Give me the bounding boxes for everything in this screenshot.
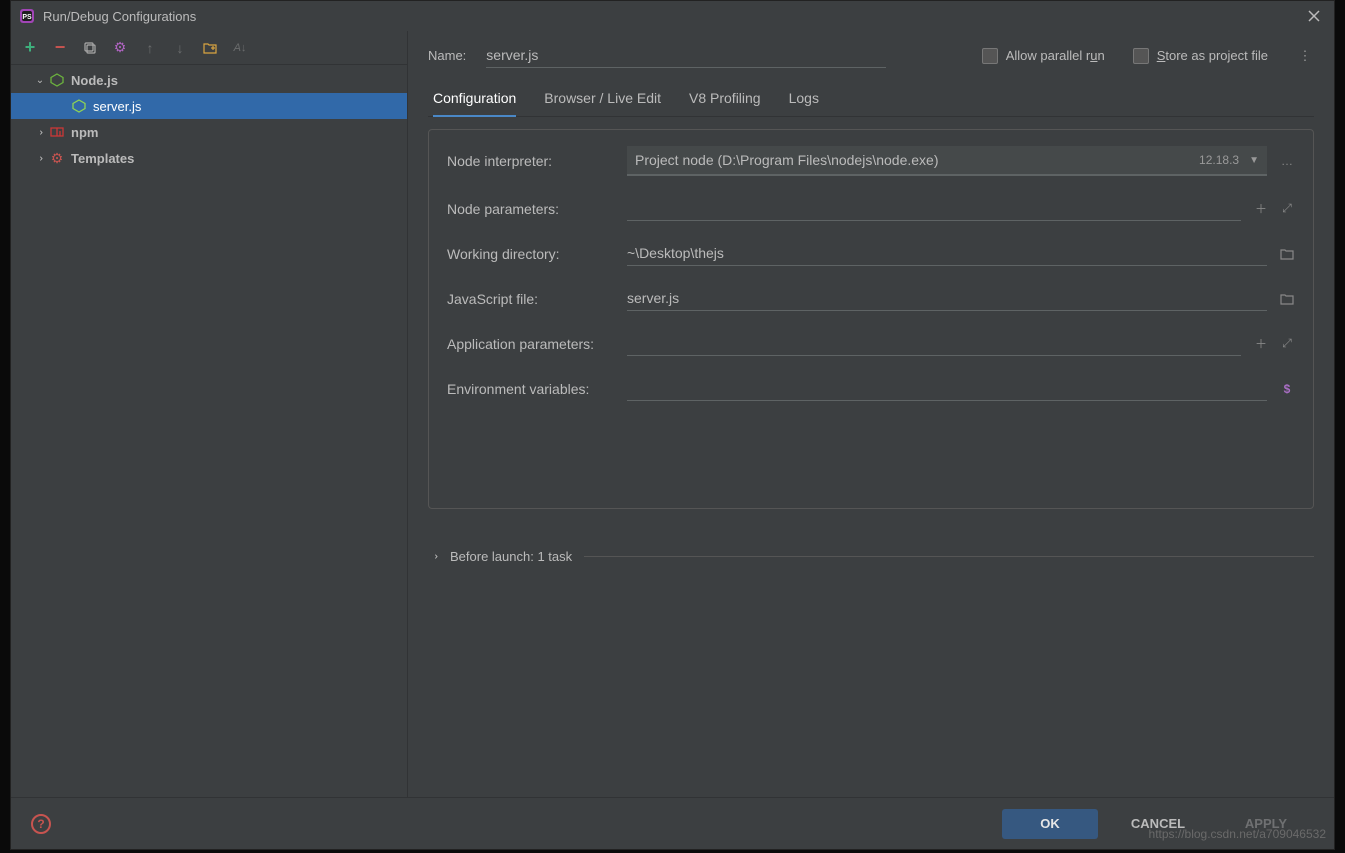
checkbox-box — [982, 48, 998, 64]
plus-icon[interactable]: ＋ — [1253, 201, 1269, 217]
environment-variables-label: Environment variables: — [447, 381, 627, 397]
javascript-file-input[interactable] — [627, 286, 1267, 311]
node-interpreter-select[interactable]: Project node (D:\Program Files\nodejs\no… — [627, 146, 1267, 176]
tree-label: Templates — [71, 151, 134, 166]
chevron-right-icon: ⌄ — [35, 151, 46, 165]
chevron-down-icon: ▼ — [1249, 155, 1259, 166]
name-label: Name: — [428, 48, 466, 63]
store-project-checkbox[interactable]: Store as project file — [1133, 48, 1268, 64]
checkbox-box — [1133, 48, 1149, 64]
working-directory-label: Working directory: — [447, 246, 627, 262]
tab-browser-live-edit[interactable]: Browser / Live Edit — [544, 82, 661, 116]
before-launch-section[interactable]: ⌄ Before launch: 1 task — [428, 549, 1314, 564]
application-parameters-label: Application parameters: — [447, 336, 627, 352]
dialog-footer: ? OK CANCEL APPLY — [11, 797, 1334, 849]
dollar-icon[interactable]: $ — [1279, 381, 1295, 397]
more-options-button[interactable]: ⋮ — [1296, 48, 1314, 64]
app-icon: PS — [19, 8, 35, 24]
expand-icon[interactable]: ⤢ — [1279, 201, 1295, 217]
node-parameters-label: Node parameters: — [447, 201, 627, 217]
chevron-right-icon: ⌄ — [430, 550, 441, 564]
expand-icon[interactable]: ⤢ — [1279, 336, 1295, 352]
plus-icon[interactable]: ＋ — [1253, 336, 1269, 352]
move-down-button[interactable]: ↓ — [171, 39, 189, 57]
before-launch-label: Before launch: 1 task — [450, 549, 572, 564]
node-parameters-input[interactable] — [627, 196, 1241, 221]
config-tree: ⌄ Node.js server.js ⌄ — [11, 65, 407, 797]
copy-config-button[interactable] — [81, 39, 99, 57]
tab-configuration[interactable]: Configuration — [433, 82, 516, 116]
main-panel: Name: Allow parallel run Store as projec… — [408, 31, 1334, 797]
tree-label: Node.js — [71, 73, 118, 88]
gear-icon: ⚙ — [49, 150, 65, 166]
add-config-button[interactable]: + — [21, 39, 39, 57]
divider — [584, 556, 1314, 557]
working-directory-input[interactable] — [627, 241, 1267, 266]
config-form: Node interpreter: Project node (D:\Progr… — [428, 129, 1314, 509]
npm-icon — [49, 124, 65, 140]
tree-label: npm — [71, 125, 98, 140]
ok-button[interactable]: OK — [1002, 809, 1098, 839]
settings-button[interactable]: ⚙ — [111, 39, 129, 57]
cancel-button[interactable]: CANCEL — [1110, 809, 1206, 839]
config-tabs: Configuration Browser / Live Edit V8 Pro… — [428, 82, 1314, 117]
chevron-down-icon: ⌄ — [33, 75, 47, 86]
folder-icon[interactable] — [1279, 291, 1295, 307]
node-interpreter-label: Node interpreter: — [447, 153, 627, 169]
sort-button[interactable]: A↓ — [231, 39, 249, 57]
chevron-right-icon: ⌄ — [35, 125, 46, 139]
nodejs-icon — [49, 72, 65, 88]
remove-config-button[interactable]: − — [51, 39, 69, 57]
ellipsis-button[interactable]: … — [1279, 153, 1295, 169]
window-title: Run/Debug Configurations — [43, 9, 196, 24]
close-button[interactable] — [1302, 4, 1326, 28]
javascript-file-label: JavaScript file: — [447, 291, 627, 307]
svg-text:PS: PS — [22, 14, 32, 21]
tab-logs[interactable]: Logs — [789, 82, 819, 116]
sidebar: + − ⚙ ↑ ↓ A↓ ⌄ Node.js — [11, 31, 408, 797]
checkbox-label: Store as project file — [1157, 48, 1268, 63]
titlebar: PS Run/Debug Configurations — [11, 1, 1334, 31]
name-input[interactable] — [486, 43, 886, 68]
folder-icon[interactable] — [1279, 246, 1295, 262]
environment-variables-input[interactable] — [627, 376, 1267, 401]
tree-leaf-serverjs[interactable]: server.js — [11, 93, 407, 119]
allow-parallel-checkbox[interactable]: Allow parallel run — [982, 48, 1105, 64]
application-parameters-input[interactable] — [627, 331, 1241, 356]
tab-v8-profiling[interactable]: V8 Profiling — [689, 82, 761, 116]
folder-button[interactable] — [201, 39, 219, 57]
move-up-button[interactable]: ↑ — [141, 39, 159, 57]
tree-label: server.js — [93, 99, 141, 114]
toolbar: + − ⚙ ↑ ↓ A↓ — [11, 31, 407, 65]
tree-node-nodejs[interactable]: ⌄ Node.js — [11, 67, 407, 93]
help-button[interactable]: ? — [31, 814, 51, 834]
node-version: 12.18.3 — [1199, 153, 1239, 167]
dialog-window: PS Run/Debug Configurations + − ⚙ ↑ ↓ — [10, 0, 1335, 850]
nodejs-icon — [71, 98, 87, 114]
apply-button: APPLY — [1218, 809, 1314, 839]
checkbox-label: Allow parallel run — [1006, 48, 1105, 63]
tree-node-templates[interactable]: ⌄ ⚙ Templates — [11, 145, 407, 171]
tree-node-npm[interactable]: ⌄ npm — [11, 119, 407, 145]
node-interpreter-value: Project node (D:\Program Files\nodejs\no… — [635, 152, 938, 168]
